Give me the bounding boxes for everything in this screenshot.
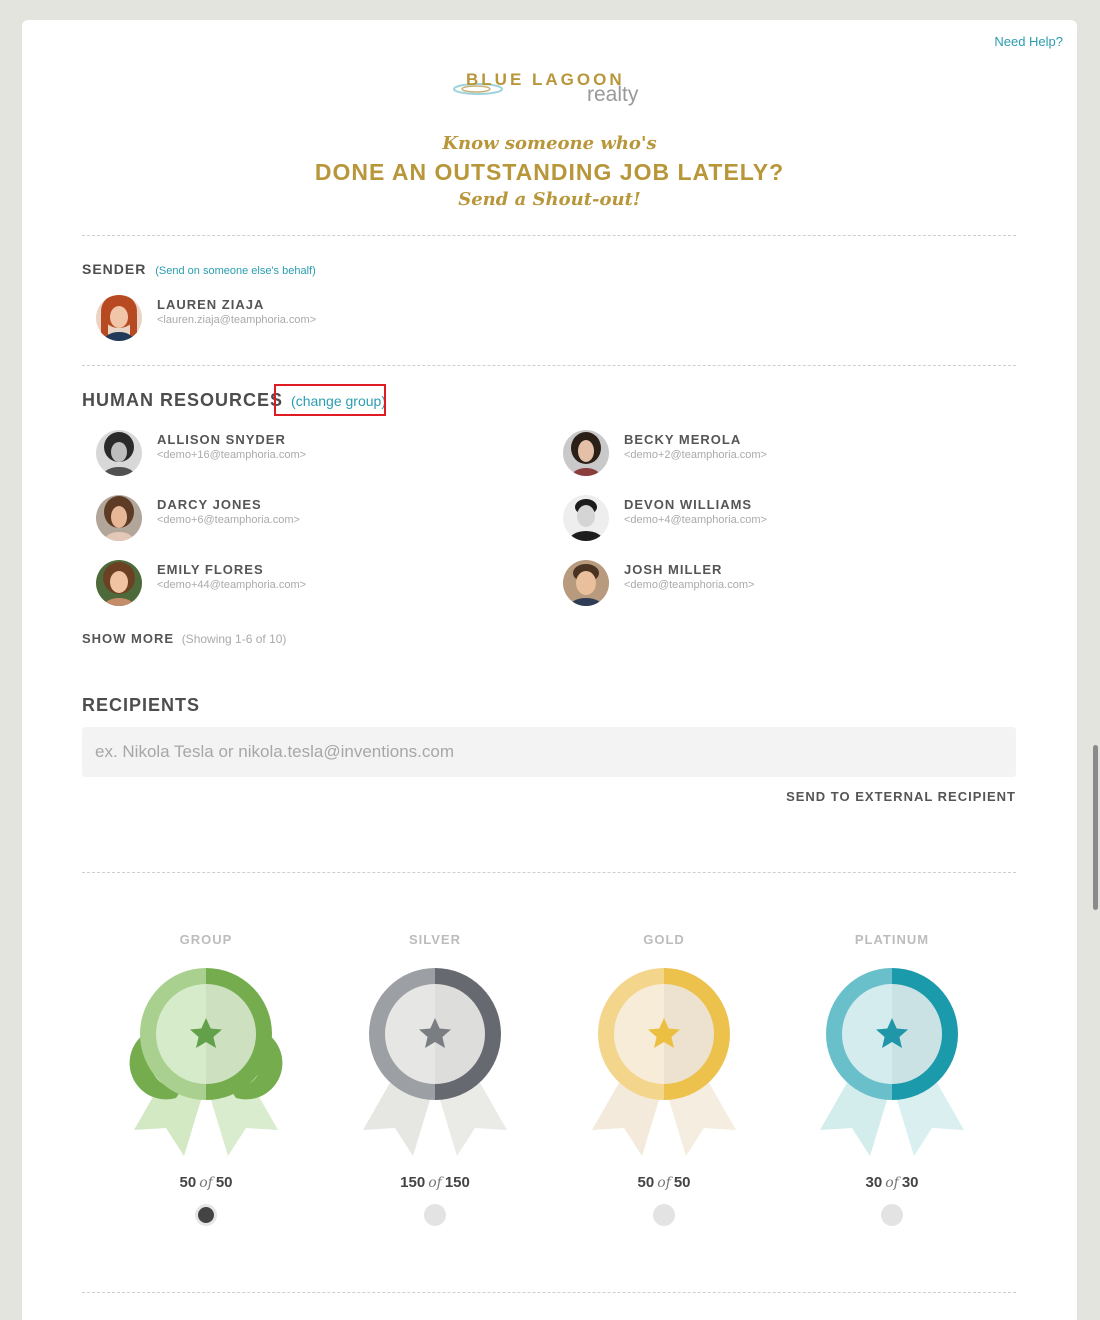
send-on-behalf-link[interactable]: (Send on someone else's behalf) — [155, 265, 315, 277]
member-avatar — [96, 430, 142, 476]
member-email: <demo@teamphoria.com> — [624, 579, 755, 591]
award-radio-button[interactable] — [195, 1204, 217, 1226]
send-external-button[interactable]: SEND TO EXTERNAL RECIPIENT — [786, 789, 1016, 804]
award-ribbon-icon — [129, 968, 283, 1156]
award-radio-button[interactable] — [881, 1204, 903, 1226]
member-email: <demo+44@teamphoria.com> — [157, 579, 307, 591]
award-ribbon-icon — [592, 968, 736, 1156]
member-name: DEVON WILLIAMS — [624, 497, 753, 512]
headline-top: Know someone who's — [442, 133, 657, 154]
divider — [82, 1292, 1016, 1293]
member-email: <demo+6@teamphoria.com> — [157, 514, 300, 526]
member-email: <demo+16@teamphoria.com> — [157, 449, 307, 461]
award-count-total: 150 — [444, 1174, 470, 1191]
member-avatar — [96, 560, 142, 606]
award-count-of: of — [428, 1175, 442, 1191]
award-label: GOLD — [643, 932, 685, 947]
scrollbar[interactable] — [1090, 0, 1100, 1298]
main-card: Need Help? BLUE LAGOON realty Know someo… — [22, 20, 1077, 1320]
award-label: PLATINUM — [854, 932, 930, 947]
sender-email: <lauren.ziaja@teamphoria.com> — [157, 314, 317, 326]
group-member[interactable]: DARCY JONES <demo+6@teamphoria.com> — [96, 495, 396, 543]
show-more-label: SHOW MORE — [82, 631, 175, 646]
award-label: SILVER — [409, 932, 461, 947]
award-remaining-count: 150 of 150 — [355, 1174, 515, 1191]
group-member[interactable]: JOSH MILLER <demo@teamphoria.com> — [563, 560, 863, 608]
sender-title: SENDER — [82, 261, 147, 277]
group-member[interactable]: DEVON WILLIAMS <demo+4@teamphoria.com> — [563, 495, 863, 543]
award-label: GROUP — [179, 932, 233, 947]
divider — [82, 235, 1016, 236]
need-help-link[interactable]: Need Help? — [994, 34, 1063, 49]
member-name: ALLISON SNYDER — [157, 432, 286, 447]
award-count-total: 50 — [215, 1174, 233, 1191]
award-count-of: of — [885, 1175, 899, 1191]
member-name: BECKY MEROLA — [624, 432, 742, 447]
group-title: HUMAN RESOURCES — [82, 390, 284, 410]
member-avatar — [563, 430, 609, 476]
award-ribbon-icon — [363, 968, 507, 1156]
member-name: JOSH MILLER — [624, 562, 723, 577]
award-count-of: of — [199, 1175, 213, 1191]
group-member[interactable]: ALLISON SNYDER <demo+16@teamphoria.com> — [96, 430, 396, 478]
recipients-title: RECIPIENTS — [82, 695, 201, 715]
recipient-search-input[interactable] — [82, 727, 1016, 777]
show-more-button[interactable]: SHOW MORE (Showing 1-6 of 10) — [82, 631, 286, 646]
divider — [82, 365, 1016, 366]
award-count-left: 50 — [179, 1174, 197, 1191]
change-group-highlight — [274, 384, 386, 416]
award-radio-button[interactable] — [424, 1204, 446, 1226]
award-count-left: 50 — [637, 1174, 655, 1191]
member-name: EMILY FLORES — [157, 562, 264, 577]
award-count-total: 50 — [673, 1174, 691, 1191]
member-avatar — [563, 495, 609, 541]
award-option-platinum[interactable]: PLATINUM 30 of 30 — [812, 932, 972, 1232]
headline-bottom: Send a Shout-out! — [458, 189, 641, 210]
member-name: DARCY JONES — [157, 497, 262, 512]
sender-name: LAUREN ZIAJA — [157, 297, 265, 312]
award-remaining-count: 30 of 30 — [812, 1174, 972, 1191]
award-count-of: of — [657, 1175, 671, 1191]
logo-text-sub: realty — [587, 83, 639, 106]
group-member[interactable]: BECKY MEROLA <demo+2@teamphoria.com> — [563, 430, 863, 478]
award-remaining-count: 50 of 50 — [126, 1174, 286, 1191]
showing-count: (Showing 1-6 of 10) — [181, 632, 287, 646]
award-option-gold[interactable]: GOLD 50 of 50 — [584, 932, 744, 1232]
member-email: <demo+4@teamphoria.com> — [624, 514, 767, 526]
company-logo: BLUE LAGOON realty — [452, 68, 652, 116]
scrollbar-thumb[interactable] — [1093, 745, 1098, 910]
member-email: <demo+2@teamphoria.com> — [624, 449, 767, 461]
member-avatar — [563, 560, 609, 606]
award-radio-button[interactable] — [653, 1204, 675, 1226]
sender-section-title: SENDER (Send on someone else's behalf) — [82, 261, 316, 277]
award-count-total: 30 — [901, 1174, 919, 1191]
award-option-group[interactable]: GROUP 50 of 50 — [126, 932, 286, 1232]
divider — [82, 872, 1016, 873]
sender-card: LAUREN ZIAJA <lauren.ziaja@teamphoria.co… — [96, 295, 396, 343]
group-member[interactable]: EMILY FLORES <demo+44@teamphoria.com> — [96, 560, 396, 608]
sender-avatar — [96, 295, 142, 341]
award-count-left: 30 — [865, 1174, 883, 1191]
award-option-silver[interactable]: SILVER 150 of 150 — [355, 932, 515, 1232]
award-ribbon-icon — [820, 968, 964, 1156]
award-remaining-count: 50 of 50 — [584, 1174, 744, 1191]
award-count-left: 150 — [400, 1174, 426, 1191]
member-avatar — [96, 495, 142, 541]
headline-main: DONE AN OUTSTANDING JOB LATELY? — [314, 159, 785, 185]
